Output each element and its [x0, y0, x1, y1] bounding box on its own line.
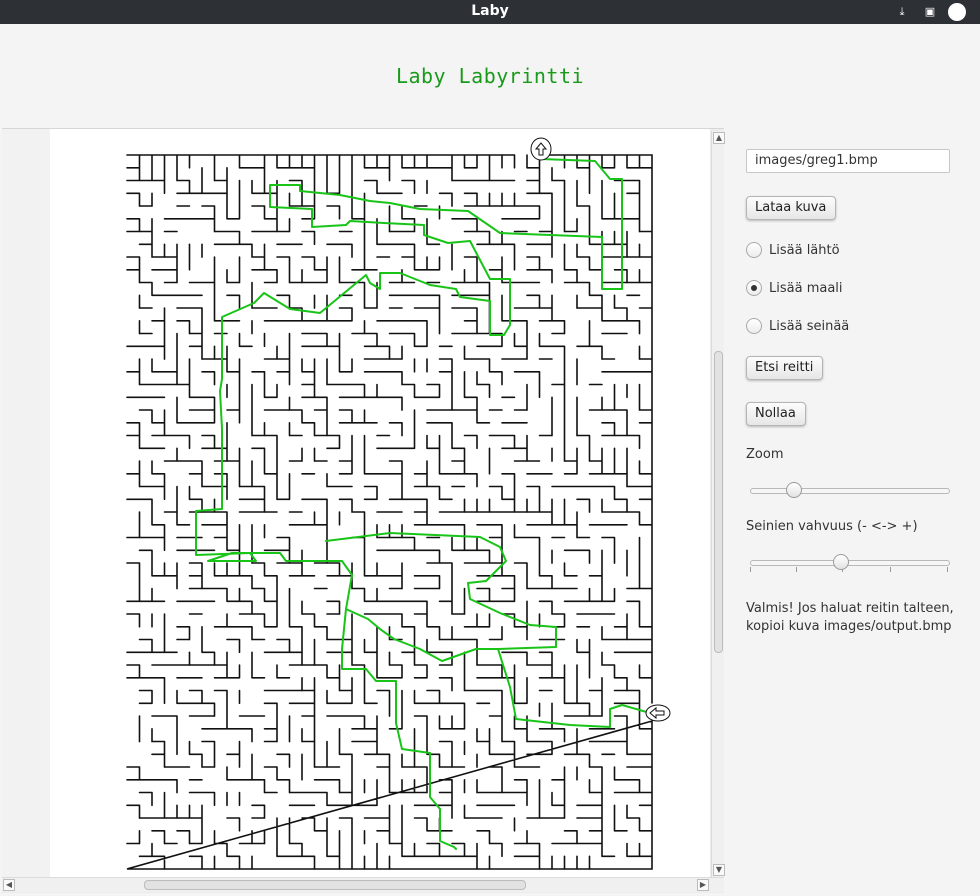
- minimize-icon[interactable]: ⤓: [894, 4, 910, 20]
- zoom-label: Zoom: [746, 447, 784, 462]
- app-title: Laby Labyrintti: [395, 64, 585, 88]
- maze-canvas-area[interactable]: [2, 129, 710, 877]
- status-line-2: kopioi kuva images/output.bmp: [746, 619, 952, 634]
- maze-viewer: ▲ ▼ ◀ ▶: [2, 128, 725, 893]
- start-marker: [530, 137, 552, 161]
- close-icon[interactable]: [948, 3, 966, 21]
- radio-wall-circle[interactable]: [746, 318, 762, 334]
- radio-add-start[interactable]: Lisää lähtö: [746, 240, 840, 260]
- zoom-slider-track[interactable]: [750, 488, 950, 494]
- reset-button[interactable]: Nollaa: [746, 402, 806, 426]
- header: Laby Labyrintti: [2, 24, 978, 128]
- vertical-scrollbar[interactable]: ▲ ▼: [711, 131, 725, 877]
- slider-tick: [947, 567, 948, 572]
- radio-wall-label: Lisää seinää: [769, 318, 850, 334]
- radio-goal-circle[interactable]: [746, 280, 762, 296]
- radio-goal-label: Lisää maali: [769, 280, 843, 296]
- horizontal-scroll-thumb[interactable]: [144, 880, 526, 890]
- radio-add-wall[interactable]: Lisää seinää: [746, 316, 849, 336]
- scroll-up-icon[interactable]: ▲: [713, 132, 725, 144]
- maximize-icon[interactable]: ▣: [922, 4, 938, 20]
- maze-drawing: [126, 137, 671, 870]
- scroll-right-icon[interactable]: ▶: [697, 879, 709, 891]
- wall-thickness-label: Seinien vahvuus (- <-> +): [746, 519, 918, 534]
- zoom-slider[interactable]: [750, 482, 950, 500]
- load-image-button[interactable]: Lataa kuva: [746, 196, 836, 220]
- radio-start-label: Lisää lähtö: [769, 242, 840, 258]
- window-title: Laby: [471, 3, 509, 19]
- zoom-slider-thumb[interactable]: [785, 482, 802, 498]
- app-window: Laby ⤓ ▣ Laby Labyrintti ▲ ▼ ◀ ▶ images/…: [0, 0, 980, 896]
- route-segment-3: [345, 608, 499, 662]
- file-path-input[interactable]: images/greg1.bmp: [746, 149, 950, 173]
- status-line-1: Valmis! Jos haluat reitin talteen,: [746, 601, 954, 616]
- wall-slider-thumb[interactable]: [833, 554, 850, 570]
- scroll-down-icon[interactable]: ▼: [713, 864, 725, 876]
- radio-start-circle[interactable]: [746, 242, 762, 258]
- slider-tick: [750, 567, 751, 572]
- control-panel: images/greg1.bmp Lataa kuva Lisää lähtö …: [726, 128, 980, 892]
- maze-wall-lines: [126, 154, 653, 870]
- goal-marker: [645, 704, 671, 722]
- vertical-scroll-thumb[interactable]: [714, 351, 723, 653]
- wall-thickness-slider[interactable]: [750, 554, 950, 572]
- maze-walls: [126, 154, 653, 870]
- title-bar[interactable]: Laby ⤓ ▣: [0, 0, 980, 24]
- route-segment-1: [195, 158, 623, 850]
- status-message: Valmis! Jos haluat reitin talteen, kopio…: [746, 600, 976, 636]
- radio-add-goal[interactable]: Lisää maali: [746, 278, 843, 298]
- scroll-left-icon[interactable]: ◀: [3, 879, 15, 891]
- wall-slider-track[interactable]: [750, 560, 950, 566]
- horizontal-scrollbar[interactable]: ◀ ▶: [2, 877, 724, 892]
- maze-image[interactable]: [50, 129, 710, 877]
- slider-tick: [890, 567, 891, 572]
- slider-tick: [796, 567, 797, 572]
- find-route-button[interactable]: Etsi reitti: [746, 356, 823, 380]
